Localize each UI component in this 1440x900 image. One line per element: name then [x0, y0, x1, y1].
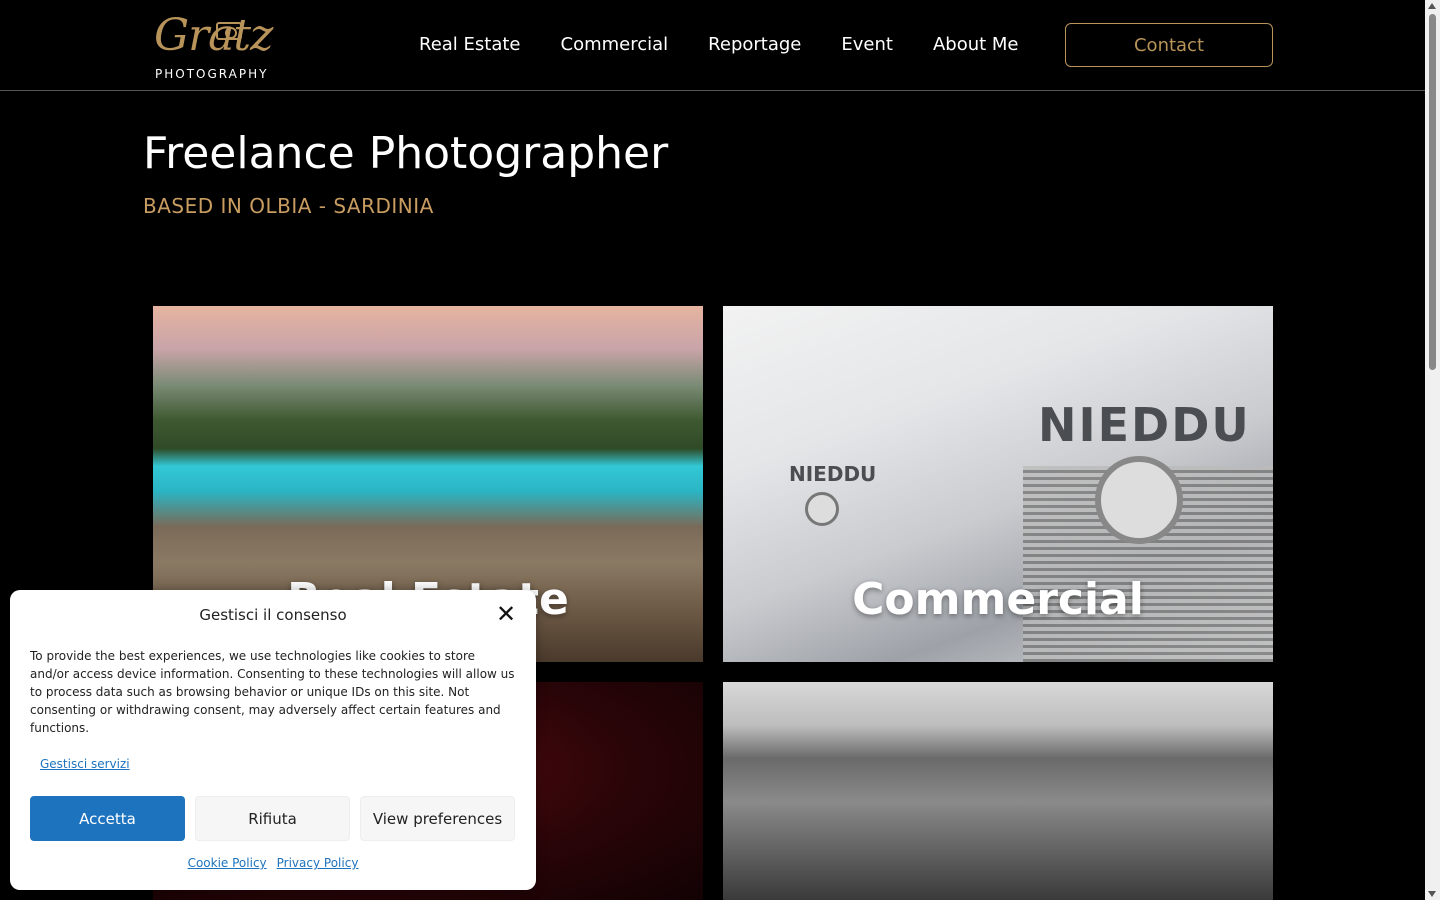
privacy-policy-link[interactable]: Privacy Policy — [277, 856, 359, 870]
site-header: Gratz PHOTOGRAPHY Real Estate Commercial… — [0, 0, 1425, 91]
logo-script: Gratz — [154, 10, 273, 61]
card-reportage[interactable] — [723, 682, 1273, 900]
truck-brand-text: NIEDDU — [1038, 398, 1251, 452]
cookie-consent-dialog: Gestisci il consenso ✕ To provide the be… — [10, 590, 536, 890]
cookie-links: Cookie Policy Privacy Policy — [10, 856, 536, 870]
mercedes-star-small-icon — [805, 492, 839, 526]
contact-button[interactable]: Contact — [1065, 23, 1273, 67]
cookie-buttons: Accetta Rifiuta View preferences — [30, 796, 516, 841]
main-nav: Real Estate Commercial Reportage Event A… — [419, 33, 1059, 57]
card-commercial[interactable]: NIEDDU NIEDDU Commercial — [723, 306, 1273, 662]
site-logo[interactable]: Gratz PHOTOGRAPHY — [150, 10, 290, 82]
manage-services-link[interactable]: Gestisci servizi — [40, 757, 130, 771]
scroll-down-icon[interactable] — [1428, 891, 1436, 897]
mercedes-star-icon — [1095, 456, 1183, 544]
scroll-thumb[interactable] — [1429, 14, 1436, 370]
refuse-button[interactable]: Rifiuta — [195, 796, 350, 841]
truck-brand-text-small: NIEDDU — [789, 462, 877, 486]
camera-icon — [216, 22, 242, 40]
page-title: Freelance Photographer — [143, 128, 669, 179]
accept-button[interactable]: Accetta — [30, 796, 185, 841]
page-scrollbar[interactable] — [1425, 0, 1440, 900]
card-commercial-title: Commercial — [852, 574, 1144, 625]
cookie-title: Gestisci il consenso — [199, 606, 347, 624]
nav-reportage[interactable]: Reportage — [708, 33, 801, 57]
scroll-up-icon[interactable] — [1428, 3, 1436, 9]
cookie-policy-link[interactable]: Cookie Policy — [188, 856, 267, 870]
page-subtitle: BASED IN OLBIA - SARDINIA — [143, 194, 434, 218]
nav-event[interactable]: Event — [841, 33, 893, 57]
cookie-description: To provide the best experiences, we use … — [30, 649, 515, 735]
view-preferences-button[interactable]: View preferences — [360, 796, 515, 841]
nav-commercial[interactable]: Commercial — [561, 33, 669, 57]
logo-subtitle: PHOTOGRAPHY — [155, 67, 269, 81]
nav-about-me[interactable]: About Me — [933, 33, 1019, 57]
close-icon[interactable]: ✕ — [496, 602, 516, 626]
nav-real-estate[interactable]: Real Estate — [419, 33, 521, 57]
